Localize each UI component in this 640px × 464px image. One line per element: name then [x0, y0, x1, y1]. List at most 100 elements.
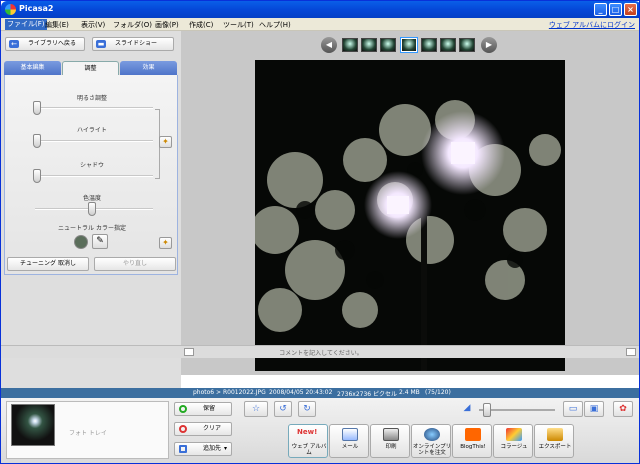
- chevron-down-icon: ▾: [223, 445, 227, 452]
- title-bar: Picasa2 _ □ ×: [1, 1, 639, 18]
- blogthis-button[interactable]: BlogThis!: [452, 424, 492, 458]
- email-button[interactable]: メール: [329, 424, 369, 458]
- previous-photo-button[interactable]: ◀: [321, 37, 337, 53]
- highlight-track: [35, 140, 153, 142]
- menu-file[interactable]: ファイル(F): [5, 19, 47, 30]
- menu-tools[interactable]: ツール(T): [223, 20, 254, 30]
- photo-info-bar: photo6 > R0012022.JPG 2008/04/05 20:43:0…: [1, 388, 639, 398]
- window-title: Picasa2: [19, 4, 54, 13]
- hold-icon: [179, 405, 187, 413]
- menu-edit[interactable]: 編集(E): [45, 20, 69, 30]
- photo-path: photo6 > R0012022.JPG: [193, 389, 266, 396]
- menu-folder[interactable]: フォルダ(O): [113, 20, 152, 30]
- maximize-button[interactable]: □: [609, 3, 622, 16]
- photo-size: 2.4 MB: [399, 389, 420, 396]
- tuning-panel: 明るさ調整 ハイライト シャドウ ✦ 色温度 ニュートラル カラー指定 ✎ ✦: [4, 75, 178, 275]
- menu-bar: ファイル(F) 編集(E) 表示(V) フォルダ(O) 画像(P) 作成(C) …: [1, 18, 639, 31]
- clear-icon: [179, 425, 187, 433]
- star-button[interactable]: ☆: [244, 401, 268, 417]
- slideshow-icon: ▬: [96, 40, 106, 48]
- brightness-slider[interactable]: [33, 101, 41, 115]
- web-album-login-link[interactable]: ウェブ アルバムにログイン: [549, 20, 635, 30]
- photo-position: (75/120): [425, 389, 451, 396]
- photo-tray-label: フォト トレイ: [69, 430, 107, 437]
- brightness-track: [35, 107, 153, 109]
- add-to-button[interactable]: 追加先 ▾: [174, 442, 232, 456]
- auto-color-wand-icon[interactable]: ✦: [159, 237, 172, 249]
- edit-tabs: 基本編集 調整 効果: [4, 61, 178, 75]
- web-album-button[interactable]: New! ウェブ アルバム: [288, 424, 328, 458]
- undo-row: チューニング 取消し やり直し: [4, 257, 178, 275]
- eyedropper-icon[interactable]: ✎: [92, 234, 108, 249]
- edit-panel: ← ライブラリへ戻る ▬ スライドショー 基本編集 調整 効果 明るさ調整 ハイ…: [1, 31, 181, 389]
- filmstrip-thumb[interactable]: [459, 38, 475, 52]
- undo-tuning-button[interactable]: チューニング 取消し: [7, 257, 89, 271]
- tab-basic-fixes[interactable]: 基本編集: [4, 61, 61, 75]
- effects-gallery-button[interactable]: ✿: [613, 401, 633, 417]
- auto-contrast-wand-icon[interactable]: ✦: [159, 136, 172, 148]
- clear-button[interactable]: クリア: [174, 422, 232, 436]
- email-icon: [342, 428, 358, 441]
- bottom-panel: フォト トレイ 保留 クリア 追加先 ▾ ☆ ↺ ↻ New! ウェブ アルバム…: [1, 398, 639, 463]
- next-photo-button[interactable]: ▶: [481, 37, 497, 53]
- filmstrip: ◀ ▶: [321, 37, 501, 55]
- caption-close-icon[interactable]: [626, 348, 636, 356]
- menu-view[interactable]: 表示(V): [81, 20, 105, 30]
- picasa-logo-icon: [5, 4, 16, 15]
- color-temp-slider[interactable]: [88, 202, 96, 216]
- tray-thumbnail[interactable]: [11, 404, 55, 446]
- close-button[interactable]: ×: [624, 3, 637, 16]
- rotate-left-button[interactable]: ↺: [274, 401, 292, 417]
- highlight-slider[interactable]: [33, 134, 41, 148]
- slideshow-button[interactable]: ▬ スライドショー: [92, 37, 174, 51]
- caption-bar: コメントを記入してください。: [1, 345, 639, 358]
- color-temp-label: 色温度: [82, 195, 101, 202]
- view-single-button[interactable]: ▭: [563, 401, 583, 417]
- collage-icon: [506, 428, 522, 441]
- highlight-label: ハイライト: [77, 127, 107, 134]
- left-toolbar: ← ライブラリへ戻る ▬ スライドショー: [1, 31, 181, 57]
- photo-view: ◀ ▶: [181, 31, 639, 375]
- export-button[interactable]: エクスポート: [534, 424, 574, 458]
- main-photo[interactable]: [255, 60, 565, 371]
- back-to-library-button[interactable]: ← ライブラリへ戻る: [5, 37, 85, 51]
- zoom-slider[interactable]: [482, 403, 491, 417]
- neutral-color-swatch: [74, 235, 88, 249]
- shadow-slider[interactable]: [33, 169, 41, 183]
- filmstrip-thumb[interactable]: [380, 38, 396, 52]
- photo-dimensions: 2736x2736 ピクセル: [337, 391, 397, 398]
- caption-input[interactable]: コメントを記入してください。: [1, 348, 639, 357]
- hold-button[interactable]: 保留: [174, 402, 232, 416]
- print-button[interactable]: 印刷: [370, 424, 410, 458]
- new-badge: New!: [297, 428, 318, 436]
- neutral-color-label: ニュートラル カラー指定: [58, 225, 126, 232]
- collage-button[interactable]: コラージュ: [493, 424, 533, 458]
- minimize-button[interactable]: _: [594, 3, 607, 16]
- globe-icon: [424, 428, 440, 441]
- cherry-blossom-night-photo: [255, 60, 565, 371]
- order-prints-button[interactable]: オンラインプリントを注文: [411, 424, 451, 458]
- shadow-track: [35, 175, 153, 177]
- filmstrip-thumb[interactable]: [342, 38, 358, 52]
- filmstrip-thumb[interactable]: [361, 38, 377, 52]
- blogger-icon: [465, 428, 481, 441]
- brightness-label: 明るさ調整: [76, 95, 107, 102]
- picasa-window: Picasa2 _ □ × ファイル(F) 編集(E) 表示(V) フォルダ(O…: [0, 0, 640, 464]
- filmstrip-thumb-selected[interactable]: [400, 37, 418, 53]
- folder-export-icon: [547, 428, 563, 441]
- filmstrip-thumb[interactable]: [440, 38, 456, 52]
- filmstrip-thumb[interactable]: [421, 38, 437, 52]
- redo-button[interactable]: やり直し: [94, 257, 176, 271]
- zoom-icon: ◢: [463, 403, 471, 413]
- menu-help[interactable]: ヘルプ(H): [259, 20, 291, 30]
- printer-icon: [383, 428, 399, 441]
- view-compare-button[interactable]: ▣: [584, 401, 604, 417]
- menu-create[interactable]: 作成(C): [189, 20, 213, 30]
- tab-tuning[interactable]: 調整: [62, 61, 119, 75]
- photo-datetime: 2008/04/05 20:43:02: [269, 389, 333, 396]
- tab-effects[interactable]: 効果: [120, 61, 177, 75]
- arrow-left-icon: ←: [9, 40, 19, 48]
- album-icon: [179, 445, 187, 453]
- rotate-right-button[interactable]: ↻: [298, 401, 316, 417]
- menu-picture[interactable]: 画像(P): [155, 20, 179, 30]
